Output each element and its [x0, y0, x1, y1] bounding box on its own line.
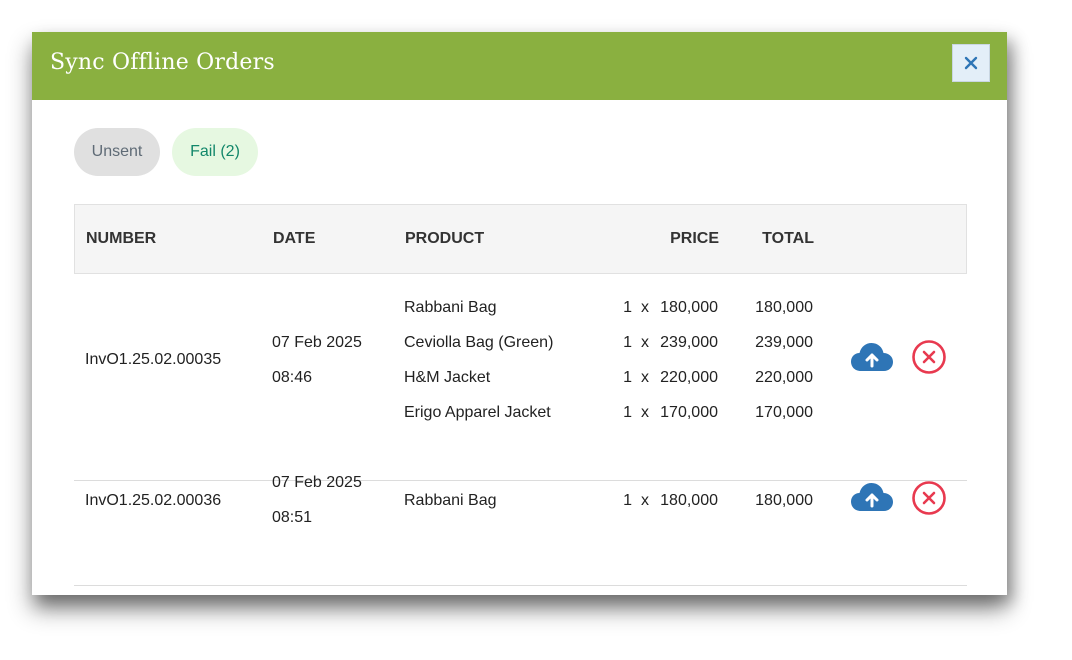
close-button[interactable] [952, 44, 990, 82]
line-total: 170,000 [755, 404, 813, 421]
quantity: 1 [623, 334, 632, 351]
sync-offline-orders-dialog: Sync Offline Orders Unsent Fail (2) NUMB… [32, 32, 1007, 595]
tab-fail[interactable]: Fail (2) [172, 128, 258, 176]
sync-upload-button[interactable] [850, 341, 894, 378]
column-header-price: PRICE [670, 230, 719, 247]
line-total: 180,000 [755, 492, 813, 509]
product-name: Rabbani Bag [404, 299, 497, 316]
delete-order-button[interactable] [912, 340, 946, 379]
row-divider [74, 585, 967, 586]
delete-order-button[interactable] [912, 481, 946, 520]
cloud-upload-icon [851, 483, 893, 511]
table-header: NUMBER DATE PRODUCT PRICE TOTAL [74, 204, 967, 274]
order-date: 07 Feb 2025 [272, 334, 362, 351]
column-header-product: PRODUCT [405, 230, 485, 247]
multiply-sign: x [641, 492, 649, 509]
column-header-total: TOTAL [762, 230, 814, 247]
line-total: 239,000 [755, 334, 813, 351]
order-time: 08:46 [272, 369, 313, 386]
multiply-sign: x [641, 299, 649, 316]
dialog-header: Sync Offline Orders [32, 32, 1007, 100]
multiply-sign: x [641, 404, 649, 421]
cloud-upload-icon [851, 343, 893, 371]
product-name: Erigo Apparel Jacket [404, 404, 551, 421]
unit-price: 220,000 [660, 369, 718, 386]
column-header-date: DATE [273, 230, 316, 247]
quantity: 1 [623, 299, 632, 316]
row-divider [74, 480, 967, 481]
dialog-title: Sync Offline Orders [50, 50, 275, 75]
line-total: 180,000 [755, 299, 813, 316]
quantity: 1 [623, 404, 632, 421]
order-time: 08:51 [272, 509, 313, 526]
sync-upload-button[interactable] [850, 481, 894, 518]
column-header-number: NUMBER [86, 230, 157, 247]
multiply-sign: x [641, 334, 649, 351]
multiply-sign: x [641, 369, 649, 386]
close-icon [964, 56, 978, 70]
line-total: 220,000 [755, 369, 813, 386]
circle-x-icon [912, 340, 946, 374]
product-name: H&M Jacket [404, 369, 491, 386]
product-name: Rabbani Bag [404, 492, 497, 509]
product-name: Ceviolla Bag (Green) [404, 334, 554, 351]
unit-price: 239,000 [660, 334, 718, 351]
unit-price: 180,000 [660, 492, 718, 509]
tab-unsent[interactable]: Unsent [74, 128, 160, 176]
order-number: InvO1.25.02.00036 [85, 492, 222, 509]
circle-x-icon [912, 481, 946, 515]
quantity: 1 [623, 492, 632, 509]
unit-price: 180,000 [660, 299, 718, 316]
order-date: 07 Feb 2025 [272, 474, 362, 491]
order-number: InvO1.25.02.00035 [85, 351, 222, 368]
quantity: 1 [623, 369, 632, 386]
unit-price: 170,000 [660, 404, 718, 421]
